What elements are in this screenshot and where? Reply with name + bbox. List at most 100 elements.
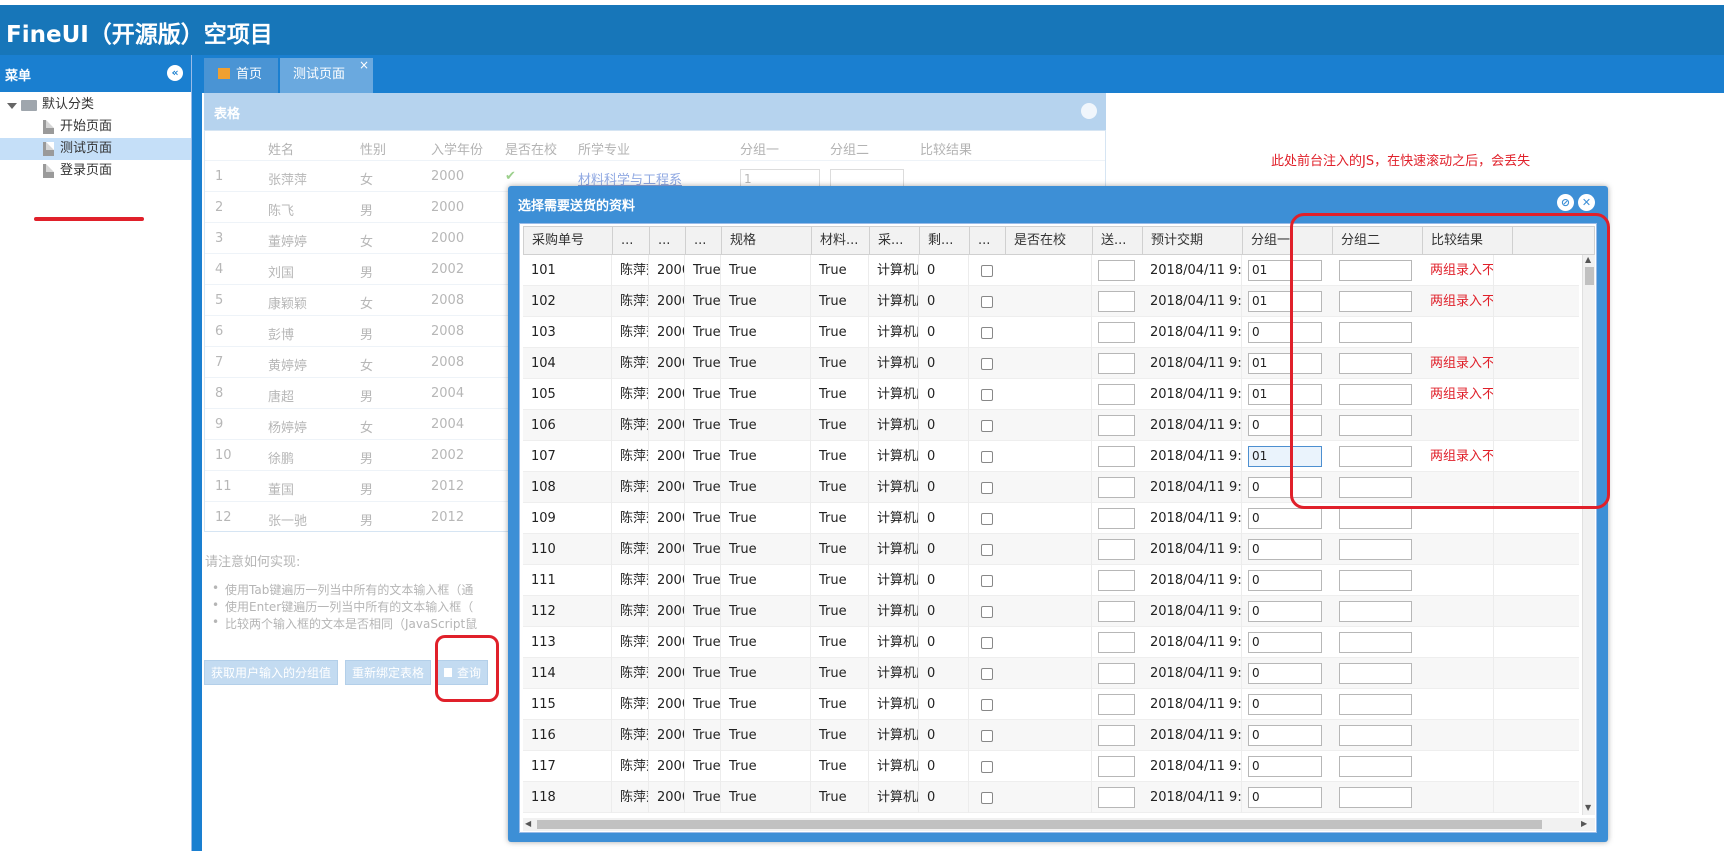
scroll-down-icon[interactable]: ▼ xyxy=(1585,803,1591,812)
row-checkbox[interactable] xyxy=(981,730,993,742)
collapse-icon[interactable]: « xyxy=(167,65,183,81)
group1-input[interactable]: 0 xyxy=(1248,632,1322,653)
send-qty-input[interactable] xyxy=(1098,663,1135,684)
row-checkbox[interactable] xyxy=(981,327,993,339)
group2-input[interactable] xyxy=(1339,570,1412,591)
group2-input[interactable] xyxy=(1339,539,1412,560)
column-header[interactable]: ... xyxy=(686,227,722,254)
column-header[interactable]: 送... xyxy=(1093,227,1143,254)
collapse-panel-icon[interactable] xyxy=(1081,103,1097,119)
row-checkbox[interactable] xyxy=(981,544,993,556)
send-qty-input[interactable] xyxy=(1098,601,1135,622)
row-checkbox[interactable] xyxy=(981,761,993,773)
tab-home[interactable]: 首页 xyxy=(204,58,278,93)
group1-input[interactable]: 0 xyxy=(1248,663,1322,684)
close-icon[interactable]: ✕ xyxy=(1578,194,1595,211)
group2-input[interactable] xyxy=(1339,725,1412,746)
row-checkbox[interactable] xyxy=(981,358,993,370)
table-row[interactable]: 117陈萍萍2000TrueTrueTrue计算机应用02018/04/11 9… xyxy=(523,751,1579,782)
horizontal-scrollbar[interactable]: ◀ ▶ xyxy=(523,818,1595,831)
column-header[interactable]: 剩... xyxy=(920,227,970,254)
group2-input[interactable] xyxy=(1339,632,1412,653)
send-qty-input[interactable] xyxy=(1098,508,1135,529)
row-checkbox[interactable] xyxy=(981,606,993,618)
maximize-icon[interactable]: ⊘ xyxy=(1557,194,1574,211)
column-header[interactable]: 规格 xyxy=(722,227,812,254)
group2-input[interactable] xyxy=(1339,663,1412,684)
sidebar-item-login-page[interactable]: 登录页面 xyxy=(0,160,191,182)
send-qty-input[interactable] xyxy=(1098,446,1135,467)
send-qty-input[interactable] xyxy=(1098,632,1135,653)
group1-input[interactable]: 0 xyxy=(1248,787,1322,808)
send-qty-input[interactable] xyxy=(1098,694,1135,715)
table-row[interactable]: 115陈萍萍2000TrueTrueTrue计算机应用02018/04/11 9… xyxy=(523,689,1579,720)
table-row[interactable]: 112陈萍萍2000TrueTrueTrue计算机应用02018/04/11 9… xyxy=(523,596,1579,627)
column-header[interactable]: 比较结果 xyxy=(920,139,972,158)
column-header[interactable]: 是否在校 xyxy=(505,139,557,158)
column-header[interactable]: 是否在校 xyxy=(1006,227,1093,254)
column-header[interactable]: 所学专业 xyxy=(578,139,630,158)
table-row[interactable]: 113陈萍萍2000TrueTrueTrue计算机应用02018/04/11 9… xyxy=(523,627,1579,658)
group1-input[interactable]: 0 xyxy=(1248,601,1322,622)
group2-input[interactable] xyxy=(1339,508,1412,529)
group1-input[interactable]: 0 xyxy=(1248,539,1322,560)
scroll-left-icon[interactable]: ◀ xyxy=(525,819,531,828)
column-header[interactable]: 姓名 xyxy=(268,139,294,158)
tab-test-page[interactable]: 测试页面 × xyxy=(280,58,373,93)
group2-input[interactable] xyxy=(1339,694,1412,715)
send-qty-input[interactable] xyxy=(1098,353,1135,374)
row-checkbox[interactable] xyxy=(981,513,993,525)
column-header[interactable]: 分组一 xyxy=(740,139,779,158)
send-qty-input[interactable] xyxy=(1098,570,1135,591)
group2-input[interactable] xyxy=(1339,756,1412,777)
row-checkbox[interactable] xyxy=(981,637,993,649)
row-checkbox[interactable] xyxy=(981,296,993,308)
column-header[interactable]: ... xyxy=(613,227,650,254)
table-row[interactable]: 116陈萍萍2000TrueTrueTrue计算机应用02018/04/11 9… xyxy=(523,720,1579,751)
group1-input[interactable]: 0 xyxy=(1248,725,1322,746)
send-qty-input[interactable] xyxy=(1098,787,1135,808)
send-qty-input[interactable] xyxy=(1098,725,1135,746)
row-checkbox[interactable] xyxy=(981,451,993,463)
row-checkbox[interactable] xyxy=(981,792,993,804)
table-row[interactable]: 118陈萍萍2000TrueTrueTrue计算机应用02018/04/11 9… xyxy=(523,782,1579,813)
group1-input[interactable]: 0 xyxy=(1248,508,1322,529)
tree-group-default[interactable]: 默认分类 xyxy=(0,94,191,116)
column-header[interactable]: 采... xyxy=(870,227,920,254)
get-groups-button[interactable]: 获取用户输入的分组值 xyxy=(204,660,339,685)
table-row[interactable]: 111陈萍萍2000TrueTrueTrue计算机应用02018/04/11 9… xyxy=(523,565,1579,596)
send-qty-input[interactable] xyxy=(1098,260,1135,281)
group1-input[interactable]: 0 xyxy=(1248,756,1322,777)
row-checkbox[interactable] xyxy=(981,420,993,432)
send-qty-input[interactable] xyxy=(1098,756,1135,777)
row-checkbox[interactable] xyxy=(981,389,993,401)
column-header[interactable]: 材料... xyxy=(812,227,870,254)
row-checkbox[interactable] xyxy=(981,668,993,680)
column-header[interactable]: ... xyxy=(650,227,686,254)
group1-input[interactable]: 0 xyxy=(1248,570,1322,591)
sidebar-item-start-page[interactable]: 开始页面 xyxy=(0,116,191,138)
send-qty-input[interactable] xyxy=(1098,322,1135,343)
table-row[interactable]: 114陈萍萍2000TrueTrueTrue计算机应用02018/04/11 9… xyxy=(523,658,1579,689)
expand-triangle-icon[interactable] xyxy=(7,103,17,109)
row-checkbox[interactable] xyxy=(981,575,993,587)
column-header[interactable]: 采购单号 xyxy=(524,227,613,254)
send-qty-input[interactable] xyxy=(1098,477,1135,498)
column-header[interactable]: 入学年份 xyxy=(431,139,483,158)
column-header[interactable]: 性别 xyxy=(360,139,386,158)
region-splitter[interactable] xyxy=(192,55,202,851)
sidebar-item-test-page[interactable]: 测试页面 xyxy=(0,138,191,160)
horizontal-scroll-thumb[interactable] xyxy=(537,820,1542,829)
send-qty-input[interactable] xyxy=(1098,539,1135,560)
group2-input[interactable] xyxy=(1339,787,1412,808)
close-icon[interactable]: × xyxy=(359,49,369,82)
column-header[interactable]: 分组二 xyxy=(830,139,869,158)
column-header[interactable]: 预计交期 xyxy=(1143,227,1243,254)
group2-input[interactable] xyxy=(1339,601,1412,622)
row-checkbox[interactable] xyxy=(981,482,993,494)
row-checkbox[interactable] xyxy=(981,265,993,277)
send-qty-input[interactable] xyxy=(1098,291,1135,312)
send-qty-input[interactable] xyxy=(1098,415,1135,436)
row-checkbox[interactable] xyxy=(981,699,993,711)
table-row[interactable]: 110陈萍萍2000TrueTrueTrue计算机应用02018/04/11 9… xyxy=(523,534,1579,565)
